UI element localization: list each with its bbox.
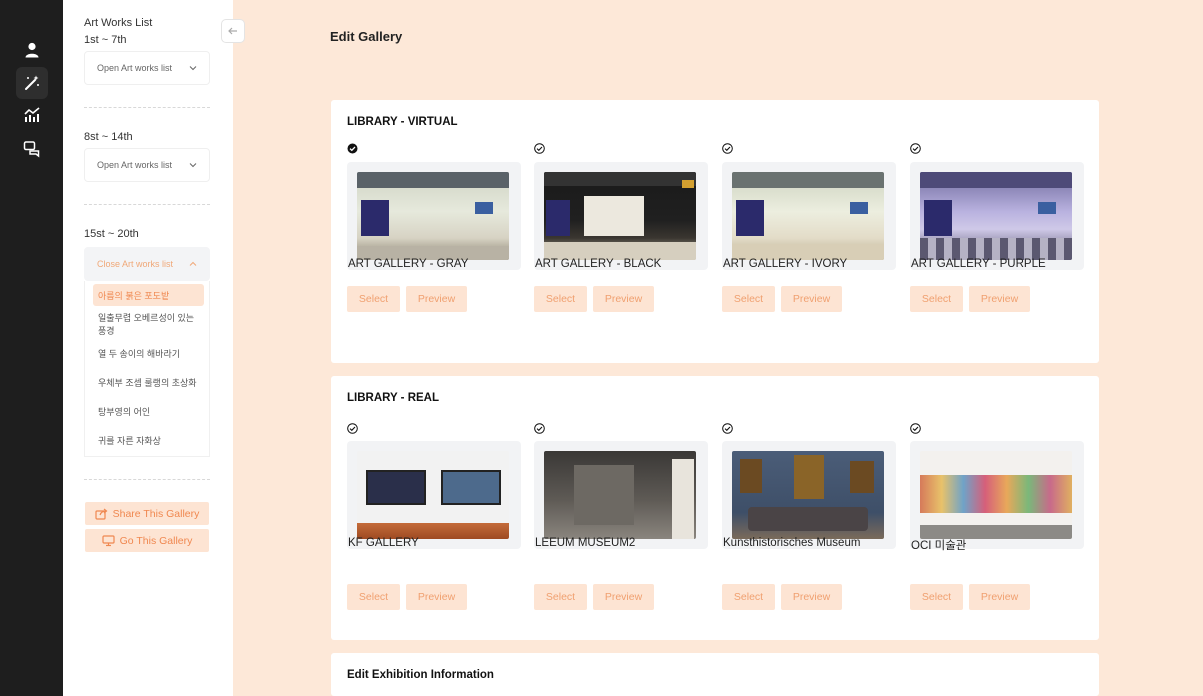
check-circle-icon[interactable] — [347, 423, 358, 434]
artworks-dropdown-list: 아름의 붉은 포도밭 일출무렵 오베르성이 있는 풍경 열 두 송이의 해바라기… — [84, 281, 210, 457]
preview-button[interactable]: Preview — [406, 584, 467, 610]
preview-button[interactable]: Preview — [969, 584, 1030, 610]
preview-button[interactable]: Preview — [406, 286, 467, 312]
magic-wand-icon — [25, 75, 39, 90]
range-label-3: 15st ~ 20th — [84, 228, 139, 240]
gallery-card: ART GALLERY - BLACK Select Preview — [534, 143, 708, 333]
analytics-icon — [24, 107, 40, 122]
gallery-card: OCI 미술관 Select Preview — [910, 423, 1084, 613]
preview-button[interactable]: Preview — [781, 286, 842, 312]
chevron-down-icon — [189, 66, 197, 71]
select-button[interactable]: Select — [347, 286, 400, 312]
section-title: LIBRARY - VIRTUAL — [347, 116, 458, 128]
icon-rail — [0, 0, 63, 696]
preview-button[interactable]: Preview — [593, 584, 654, 610]
go-gallery-button[interactable]: Go This Gallery — [85, 529, 209, 552]
artworks-list-heading: Art Works List — [84, 17, 153, 29]
profile-nav-button[interactable] — [16, 34, 48, 66]
select-button[interactable]: Select — [347, 584, 400, 610]
exhibition-info-section: Edit Exhibition Information — [331, 653, 1099, 696]
dropdown-label: Open Art works list — [97, 160, 173, 170]
check-circle-filled-icon[interactable] — [347, 143, 358, 154]
check-circle-icon[interactable] — [534, 423, 545, 434]
artworks-dropdown-3[interactable]: Close Art works list — [84, 247, 210, 281]
preview-button[interactable]: Preview — [969, 286, 1030, 312]
check-circle-icon[interactable] — [722, 143, 733, 154]
share-icon — [95, 508, 108, 520]
artwork-item[interactable]: 일출무렵 오베르성이 있는 풍경 — [93, 313, 204, 336]
preview-button[interactable]: Preview — [593, 286, 654, 312]
artwork-item[interactable]: 탕부영의 어인 — [93, 400, 204, 422]
gallery-name: ART GALLERY - PURPLE — [911, 258, 1046, 270]
gallery-name: Kunsthistorisches Museum — [723, 537, 861, 549]
select-button[interactable]: Select — [910, 584, 963, 610]
gallery-card: ART GALLERY - GRAY Select Preview — [347, 143, 521, 333]
select-button[interactable]: Select — [722, 584, 775, 610]
user-icon — [25, 42, 39, 58]
chevron-down-icon — [189, 163, 197, 168]
gallery-thumbnail[interactable] — [722, 441, 896, 549]
divider — [84, 204, 210, 205]
gallery-name: ART GALLERY - BLACK — [535, 258, 662, 270]
section-title: Edit Exhibition Information — [347, 669, 494, 681]
gallery-card: Kunsthistorisches Museum Select Preview — [722, 423, 896, 613]
gallery-name: ART GALLERY - IVORY — [723, 258, 848, 270]
chat-nav-button[interactable] — [16, 133, 48, 165]
select-button[interactable]: Select — [722, 286, 775, 312]
library-real-section: LIBRARY - REAL KF GALLERY Select Preview… — [331, 376, 1099, 640]
check-circle-icon[interactable] — [722, 423, 733, 434]
gallery-edit-nav-button[interactable] — [16, 67, 48, 99]
gallery-thumbnail[interactable] — [534, 441, 708, 549]
gallery-thumbnail[interactable] — [910, 441, 1084, 549]
divider — [84, 479, 210, 480]
artwork-item[interactable]: 귀를 자른 자화상 — [93, 429, 204, 451]
gallery-card: ART GALLERY - IVORY Select Preview — [722, 143, 896, 333]
analytics-nav-button[interactable] — [16, 99, 48, 131]
section-title: LIBRARY - REAL — [347, 392, 439, 404]
gallery-thumbnail[interactable] — [534, 162, 708, 270]
select-button[interactable]: Select — [534, 584, 587, 610]
page-title: Edit Gallery — [330, 29, 403, 44]
check-circle-icon[interactable] — [534, 143, 545, 154]
gallery-name: KF GALLERY — [348, 537, 419, 549]
chevron-up-icon — [189, 261, 197, 266]
gallery-name: LEEUM MUSEUM2 — [535, 537, 636, 549]
collapse-panel-button[interactable] — [221, 19, 245, 43]
artwork-item[interactable]: 아름의 붉은 포도밭 — [93, 284, 204, 306]
select-button[interactable]: Select — [910, 286, 963, 312]
artwork-item[interactable]: 우체부 조셉 룰랭의 초상화 — [93, 371, 204, 393]
library-virtual-section: LIBRARY - VIRTUAL ART GALLERY - GRAY Sel… — [331, 100, 1099, 363]
range-label-2: 8st ~ 14th — [84, 131, 133, 143]
gallery-thumbnail[interactable] — [722, 162, 896, 270]
dropdown-label: Close Art works list — [97, 259, 174, 269]
gallery-card: ART GALLERY - PURPLE Select Preview — [910, 143, 1084, 333]
artworks-dropdown-1[interactable]: Open Art works list — [84, 51, 210, 85]
gallery-card: KF GALLERY Select Preview — [347, 423, 521, 613]
chat-icon — [23, 141, 40, 158]
gallery-thumbnail[interactable] — [910, 162, 1084, 270]
gallery-card: LEEUM MUSEUM2 Select Preview — [534, 423, 708, 613]
dropdown-label: Open Art works list — [97, 63, 173, 73]
monitor-icon — [102, 535, 115, 547]
artwork-item[interactable]: 열 두 송이의 해바라기 — [93, 342, 204, 364]
check-circle-icon[interactable] — [910, 143, 921, 154]
range-label-1: 1st ~ 7th — [84, 34, 127, 46]
gallery-name: OCI 미술관 — [911, 540, 967, 552]
gallery-thumbnail[interactable] — [347, 162, 521, 270]
arrow-left-icon — [228, 27, 237, 35]
go-gallery-label: Go This Gallery — [119, 534, 193, 547]
share-gallery-button[interactable]: Share This Gallery — [85, 502, 209, 525]
artworks-dropdown-2[interactable]: Open Art works list — [84, 148, 210, 182]
share-gallery-label: Share This Gallery — [112, 507, 200, 520]
check-circle-icon[interactable] — [910, 423, 921, 434]
gallery-name: ART GALLERY - GRAY — [348, 258, 469, 270]
gallery-thumbnail[interactable] — [347, 441, 521, 549]
preview-button[interactable]: Preview — [781, 584, 842, 610]
divider — [84, 107, 210, 108]
select-button[interactable]: Select — [534, 286, 587, 312]
